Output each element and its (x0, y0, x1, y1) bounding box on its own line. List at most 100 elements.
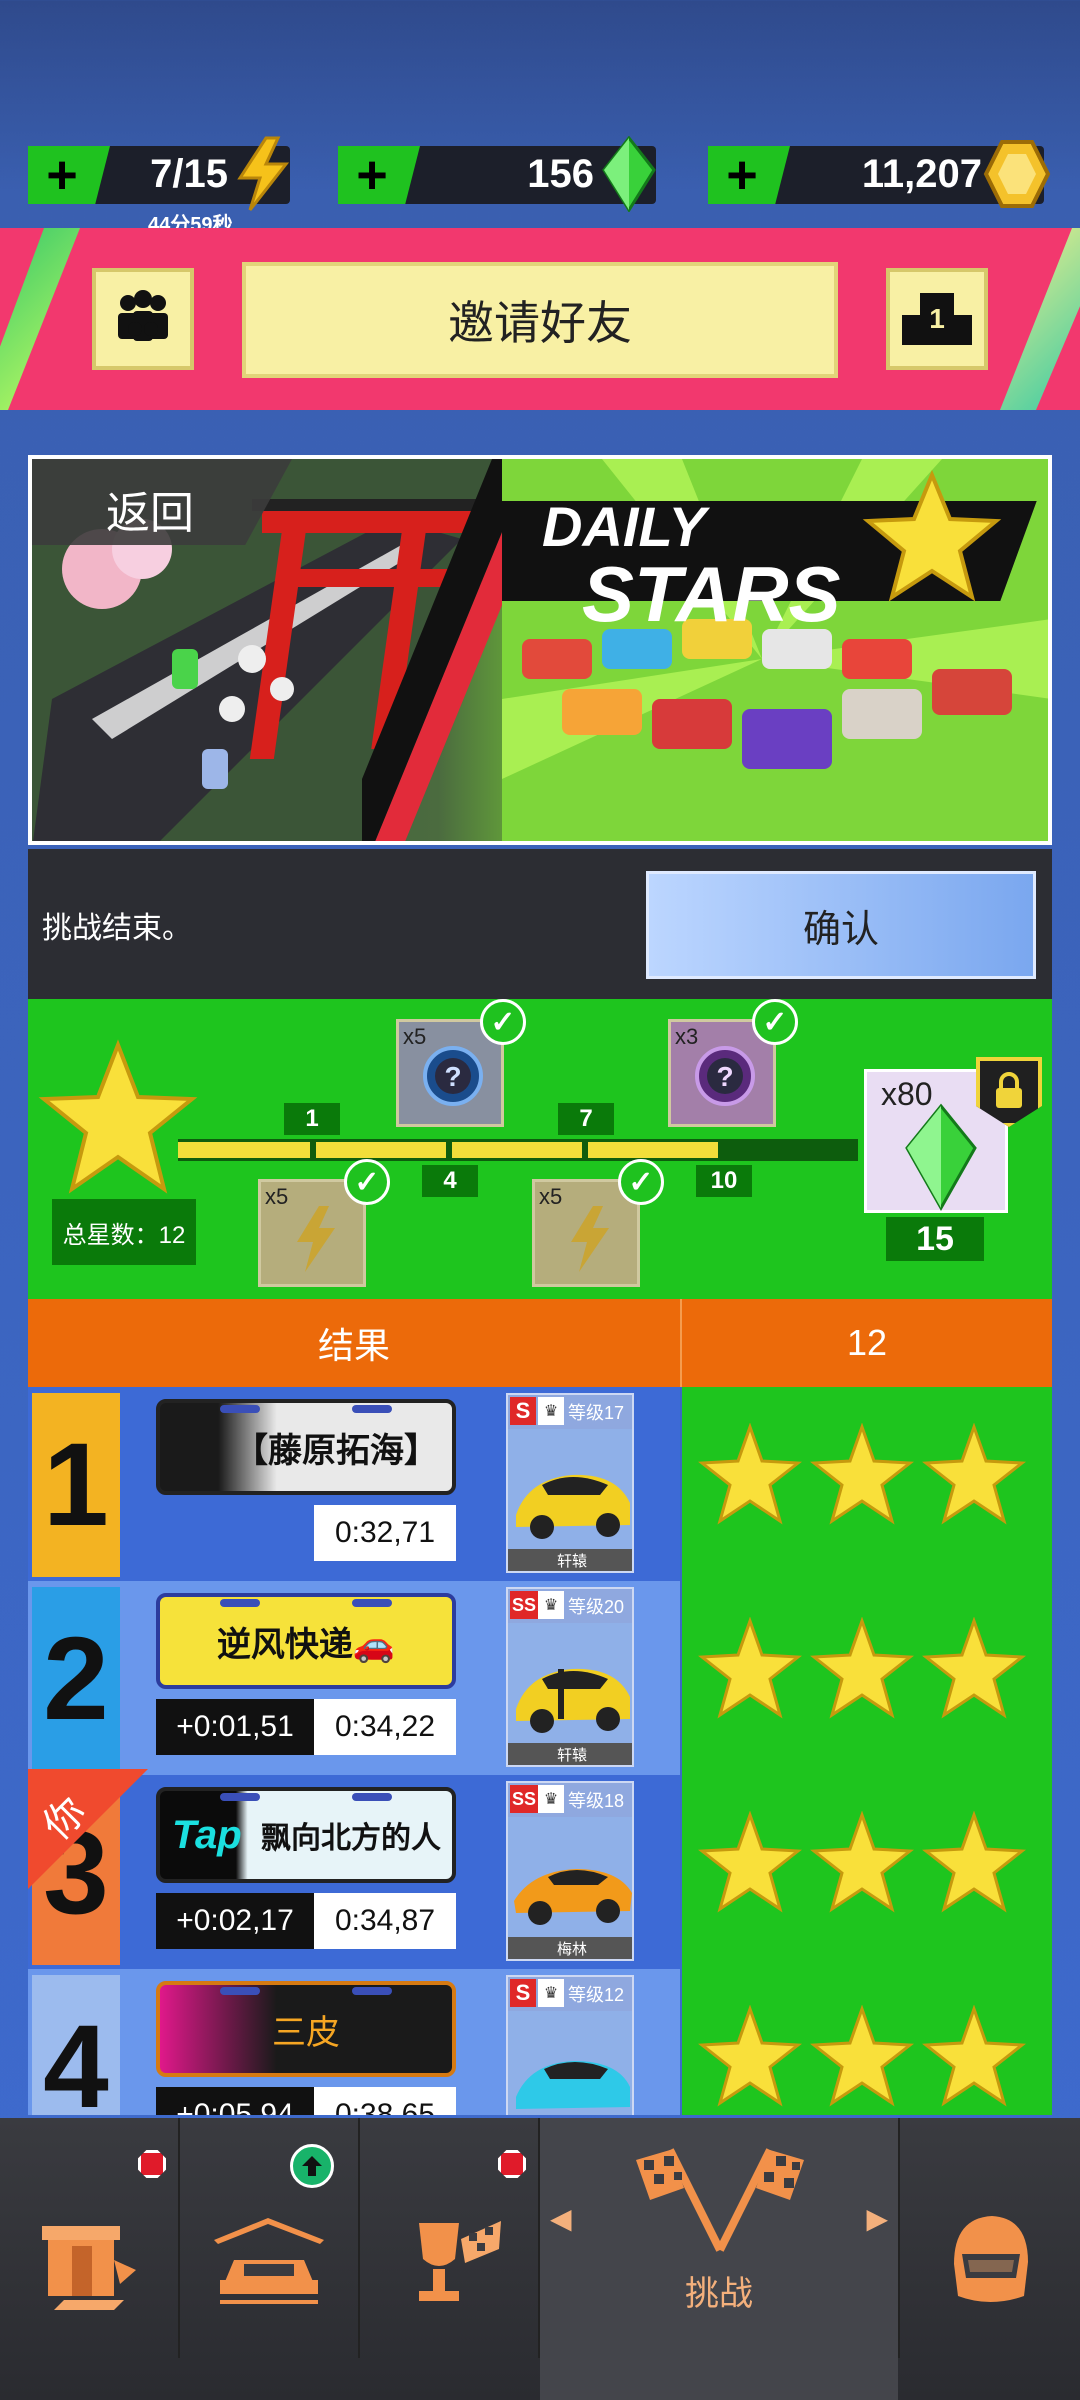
nav-cars[interactable] (180, 2118, 358, 2400)
star-icon (698, 1423, 802, 1525)
player-name: 逆风快递🚗 (216, 1625, 396, 1664)
crown-icon: ♛ (538, 1591, 564, 1619)
arrow-up-shape (302, 2156, 322, 2176)
event-banner: 返回 DAILY STARS (28, 455, 1052, 845)
final-reward-threshold: 15 (886, 1217, 984, 1261)
player-name: 三皮 (272, 2013, 340, 2052)
notification-badge (138, 2150, 166, 2178)
nav-left-arrow-icon[interactable]: ◀ (550, 2202, 572, 2235)
coin-counter: + 11,207 (708, 140, 1051, 208)
results-header: 结果 12 (28, 1299, 1052, 1387)
tap-logo: Tap (172, 1813, 242, 1857)
plate-pin (352, 1987, 392, 1995)
confirm-button[interactable]: 确认 (646, 871, 1036, 979)
daily-stars-panel: 返回 DAILY STARS 挑战结束。 确认 总星数：12 1 4 7 10 (28, 455, 1052, 2115)
table-row[interactable]: 4 三皮 +0:05,94 0:38,65 S ♛ 等级12 (28, 1969, 1052, 2115)
table-row[interactable]: 1 【藤原拓海】 0:32,71 S ♛ 等级17 轩辕 (28, 1387, 1052, 1581)
leaderboard-button[interactable]: 1 (886, 268, 988, 370)
add-energy-button[interactable]: + (28, 146, 110, 204)
track-divider (446, 1139, 452, 1161)
resource-bar: + 7/15 44分59秒 + 156 + 11,207 (0, 136, 1080, 236)
car-level: 等级20 (568, 1597, 625, 1617)
table-row-you[interactable]: 3 你 Tap 飘向北方的人 +0:02,17 0:34,87 SS ♛ 等级1… (28, 1769, 1052, 1969)
checkered-flags-icon (636, 2148, 804, 2252)
player-nameplate: 三皮 (156, 1981, 456, 2077)
nav-challenge-active[interactable]: ◀ 挑战 ▶ (540, 2118, 898, 2400)
row-stars (682, 1775, 1052, 1969)
helmet-icon (954, 2216, 1028, 2302)
rank-number: 4 (32, 1975, 120, 2115)
star-progress: 总星数：12 1 4 7 10 x5 ✓ x5 ? ✓ x5 ✓ x3 ? ✓ … (28, 999, 1052, 1299)
car-card[interactable]: SS ♛ 等级18 梅林 (506, 1781, 634, 1961)
podium-icon: 1 (902, 293, 972, 345)
car-level: 等级12 (568, 1985, 625, 2005)
add-coins-button[interactable]: + (708, 146, 790, 204)
car-image (508, 1429, 632, 1555)
padlock-shape (996, 1072, 1022, 1108)
track-divider (310, 1139, 316, 1161)
star-icon (698, 1811, 802, 1913)
claimed-check-icon: ✓ (480, 999, 526, 1045)
nav-profile[interactable] (900, 2118, 1080, 2400)
event-title: DAILY STARS (542, 499, 841, 638)
car-card[interactable]: S ♛ 等级17 轩辕 (506, 1393, 634, 1573)
time-gap: +0:02,17 (156, 1893, 314, 1949)
event-title-line2: STARS (582, 550, 841, 638)
star-icon (698, 2005, 802, 2107)
energy-counter: + 7/15 44分59秒 (28, 136, 290, 236)
nav-shop[interactable] (0, 2118, 178, 2400)
player-nameplate: 【藤原拓海】 (156, 1399, 456, 1495)
nav-right-arrow-icon[interactable]: ▶ (866, 2202, 888, 2235)
gold-star-icon (862, 469, 1002, 602)
race-time: 0:34,22 (314, 1699, 456, 1755)
crown-icon: ♛ (538, 1397, 564, 1425)
car-level: 等级18 (568, 1791, 625, 1811)
table-row[interactable]: 2 逆风快递🚗 +0:01,51 0:34,22 SS ♛ 等级20 轩辕 (28, 1581, 1052, 1775)
mystery-crate-icon: ? (695, 1046, 755, 1106)
car-class-badge: S (510, 1397, 536, 1425)
total-stars-label: 总星数：12 (52, 1199, 196, 1265)
race-time: 0:38,65 (314, 2087, 456, 2115)
car-card[interactable]: SS ♛ 等级20 轩辕 (506, 1587, 634, 1767)
race-time: 0:32,71 (314, 1505, 456, 1561)
player-nameplate: 逆风快递🚗 (156, 1593, 456, 1689)
friends-button[interactable] (92, 268, 194, 370)
nav-challenge-label: 挑战 (685, 2275, 753, 2313)
lightning-icon (571, 1206, 609, 1272)
row-stars (682, 1387, 1052, 1581)
car-image (508, 2011, 632, 2115)
plate-pin (352, 1599, 392, 1607)
nav-trophies[interactable] (360, 2118, 538, 2400)
car-image (508, 1817, 632, 1943)
car-upgrade-icon (214, 2218, 324, 2304)
row-stars (682, 1581, 1052, 1775)
star-icon (922, 1423, 1026, 1525)
status-message: 挑战结束。 (42, 912, 192, 945)
milestone-7: 7 (558, 1103, 614, 1135)
friends-group-icon (118, 290, 168, 341)
car-name: 轩辕 (508, 1743, 632, 1765)
race-time: 0:34,87 (314, 1893, 456, 1949)
track-divider (718, 1139, 724, 1161)
star-icon (810, 2005, 914, 2107)
rank-number: 1 (32, 1393, 120, 1577)
track-divider (582, 1139, 588, 1161)
claimed-check-icon: ✓ (752, 999, 798, 1045)
lightning-icon (297, 1206, 335, 1272)
car-class-badge: SS (510, 1591, 538, 1619)
milestone-4: 4 (422, 1165, 478, 1197)
results-header-stars: 12 (846, 1322, 888, 1363)
plate-pin (220, 1599, 260, 1607)
car-level: 等级17 (568, 1403, 625, 1423)
player-nameplate: Tap 飘向北方的人 (156, 1787, 456, 1883)
claimed-check-icon: ✓ (344, 1159, 390, 1205)
mystery-crate-icon: ? (423, 1046, 483, 1106)
invite-friends-button[interactable]: 邀请好友 (242, 262, 838, 378)
car-card[interactable]: S ♛ 等级12 (506, 1975, 634, 2115)
car-class-badge: S (510, 1979, 536, 2007)
add-gems-button[interactable]: + (338, 146, 420, 204)
star-icon (922, 1617, 1026, 1719)
milestone-1: 1 (284, 1103, 340, 1135)
trophy-icon (419, 2221, 501, 2301)
decor-stripe-left (0, 228, 80, 410)
